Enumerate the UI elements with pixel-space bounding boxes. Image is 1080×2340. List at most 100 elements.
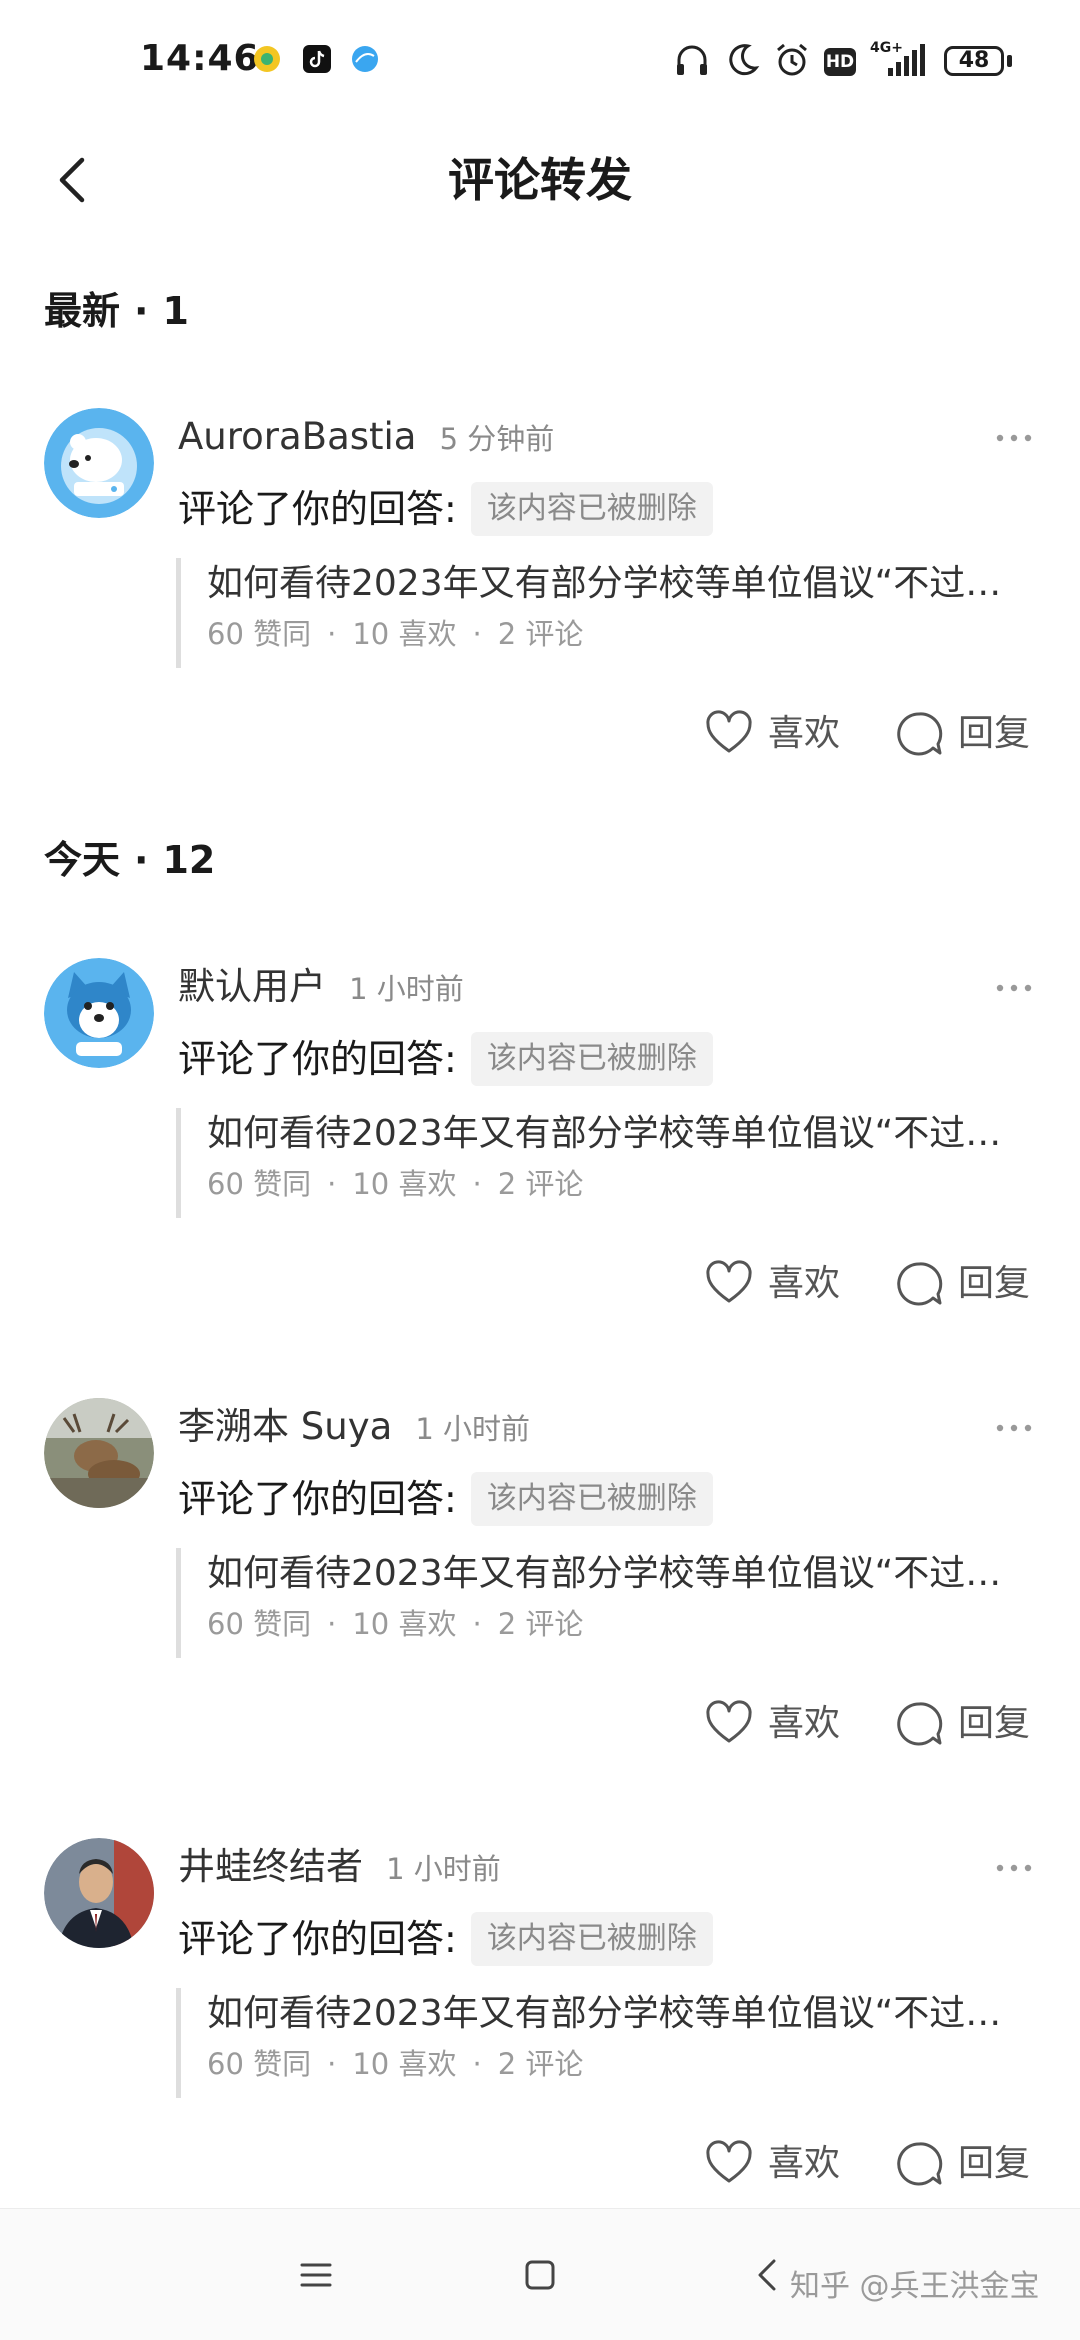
music-app-icon: [254, 46, 280, 72]
like-button[interactable]: 喜欢: [704, 2134, 840, 2194]
comment-item[interactable]: 李溯本 Suya 1 小时前 评论了你的回答: 该内容已被删除 如何看待2023年…: [0, 1398, 1080, 1758]
favorite-count: 10 喜欢: [352, 1167, 457, 1201]
home-square-icon[interactable]: [510, 2245, 570, 2305]
more-options-icon[interactable]: [994, 1858, 1034, 1878]
quoted-answer[interactable]: 如何看待2023年又有部分学校等单位倡议“不过洋节”？ 60 赞同 · 10 喜欢 ·…: [176, 1548, 1037, 1658]
user-name[interactable]: 默认用户: [178, 965, 326, 1008]
quoted-question-title: 如何看待2023年又有部分学校等单位倡议“不过洋节”？: [207, 1113, 1037, 1154]
reply-label: 回复: [958, 2143, 1031, 2184]
upvote-count: 60 赞同: [207, 2047, 312, 2081]
portrait-photo-avatar[interactable]: [44, 1838, 154, 1948]
comment-count: 2 评论: [497, 1607, 584, 1641]
comment-action: 评论了你的回答: 该内容已被删除: [178, 1472, 713, 1526]
reply-label: 回复: [958, 713, 1031, 754]
like-label: 喜欢: [768, 713, 841, 754]
system-navigation-bar: 知乎 @兵王洪金宝: [0, 2208, 1080, 2340]
favorite-count: 10 喜欢: [352, 2047, 457, 2081]
comment-actions: 喜欢 回复: [0, 1694, 1080, 1754]
reply-label: 回复: [958, 1263, 1031, 1304]
comment-count: 2 评论: [497, 617, 584, 651]
user-name[interactable]: 李溯本 Suya: [178, 1405, 392, 1448]
time-ago: 5 分钟前: [439, 422, 555, 456]
user-name[interactable]: 井蛙终结者: [178, 1845, 363, 1888]
watermark: 知乎 @兵王洪金宝: [790, 2269, 1040, 2304]
like-label: 喜欢: [768, 2143, 841, 2184]
comment-action: 评论了你的回答: 该内容已被删除: [178, 1912, 713, 1966]
comment-count: 2 评论: [497, 1167, 584, 1201]
husky-avatar[interactable]: [44, 958, 154, 1068]
status-time: 14:46: [140, 38, 260, 79]
comment-actions: 喜欢 回复: [0, 1254, 1080, 1314]
section-header-latest: 最新 · 1: [44, 289, 189, 333]
alarm-icon: [777, 43, 807, 76]
like-label: 喜欢: [768, 1703, 841, 1744]
comment-count: 2 评论: [497, 2047, 584, 2081]
reply-button[interactable]: 回复: [894, 1254, 1030, 1314]
reply-button[interactable]: 回复: [894, 704, 1030, 764]
section-count: 1: [162, 289, 189, 333]
upvote-count: 60 赞同: [207, 617, 312, 651]
quoted-stats: 60 赞同 · 10 喜欢 · 2 评论: [207, 1167, 584, 1201]
more-options-icon[interactable]: [994, 428, 1034, 448]
status-bar: 14:46 HD 4G+ 48: [0, 0, 1080, 120]
battery-tip: [1007, 55, 1012, 67]
more-options-icon[interactable]: [994, 978, 1034, 998]
hd-badge: HD: [824, 48, 856, 76]
browser-app-icon: [352, 46, 378, 72]
deleted-content-tag: 该内容已被删除: [470, 1472, 713, 1526]
deleted-content-tag: 该内容已被删除: [470, 482, 713, 536]
reply-label: 回复: [958, 1703, 1031, 1744]
page-title: 评论转发: [448, 153, 632, 207]
back-triangle-icon[interactable]: [738, 2245, 798, 2305]
heart-icon: [706, 1700, 752, 1743]
top-app-bar: 评论转发: [0, 120, 1080, 240]
reply-bubble-icon: [897, 1702, 943, 1746]
signal-icon: [888, 44, 925, 76]
user-name[interactable]: AuroraBastia: [178, 415, 416, 458]
quoted-question-title: 如何看待2023年又有部分学校等单位倡议“不过洋节”？: [207, 1993, 1037, 2034]
section-count: 12: [162, 838, 216, 882]
more-options-icon[interactable]: [994, 1418, 1034, 1438]
like-button[interactable]: 喜欢: [704, 704, 840, 764]
action-text: 评论了你的回答:: [178, 487, 457, 531]
comment-action: 评论了你的回答: 该内容已被删除: [178, 1032, 713, 1086]
quoted-answer[interactable]: 如何看待2023年又有部分学校等单位倡议“不过洋节”？ 60 赞同 · 10 喜欢 ·…: [176, 1108, 1037, 1218]
comment-item[interactable]: 默认用户 1 小时前 评论了你的回答: 该内容已被删除 如何看待2023年又有部分…: [0, 958, 1080, 1318]
quoted-answer[interactable]: 如何看待2023年又有部分学校等单位倡议“不过洋节”？ 60 赞同 · 10 喜欢 ·…: [176, 558, 1037, 668]
upvote-count: 60 赞同: [207, 1167, 312, 1201]
comment-action: 评论了你的回答: 该内容已被删除: [178, 482, 713, 536]
like-label: 喜欢: [768, 1263, 841, 1304]
like-button[interactable]: 喜欢: [704, 1694, 840, 1754]
deer-photo-avatar[interactable]: [44, 1398, 154, 1508]
quoted-question-title: 如何看待2023年又有部分学校等单位倡议“不过洋节”？: [207, 1553, 1037, 1594]
menu-icon[interactable]: [286, 2245, 346, 2305]
heart-icon: [706, 2140, 752, 2183]
upvote-count: 60 赞同: [207, 1607, 312, 1641]
favorite-count: 10 喜欢: [352, 1607, 457, 1641]
like-button[interactable]: 喜欢: [704, 1254, 840, 1314]
reply-bubble-icon: [897, 712, 943, 756]
comment-item[interactable]: AuroraBastia 5 分钟前 评论了你的回答: 该内容已被删除 如何看待2…: [0, 408, 1080, 768]
time-ago: 1 小时前: [415, 1412, 531, 1446]
heart-icon: [706, 1260, 752, 1303]
deleted-content-tag: 该内容已被删除: [470, 1032, 713, 1086]
action-text: 评论了你的回答:: [178, 1477, 457, 1521]
comment-header: 默认用户 1 小时前: [178, 962, 464, 1012]
comment-actions: 喜欢 回复: [0, 704, 1080, 764]
section-label: 最新: [44, 289, 121, 333]
quoted-answer[interactable]: 如何看待2023年又有部分学校等单位倡议“不过洋节”？ 60 赞同 · 10 喜欢 ·…: [176, 1988, 1037, 2098]
favorite-count: 10 喜欢: [352, 617, 457, 651]
reply-button[interactable]: 回复: [894, 2134, 1030, 2194]
deleted-content-tag: 该内容已被删除: [470, 1912, 713, 1966]
reply-bubble-icon: [897, 2142, 943, 2186]
polar-bear-avatar[interactable]: [44, 408, 154, 518]
quoted-stats: 60 赞同 · 10 喜欢 · 2 评论: [207, 617, 584, 651]
comment-header: AuroraBastia 5 分钟前: [178, 412, 554, 462]
reply-bubble-icon: [897, 1262, 943, 1306]
battery-indicator: 48: [944, 46, 1004, 76]
action-text: 评论了你的回答:: [178, 1917, 457, 1961]
heart-icon: [706, 710, 752, 753]
reply-button[interactable]: 回复: [894, 1694, 1030, 1754]
quoted-stats: 60 赞同 · 10 喜欢 · 2 评论: [207, 1607, 584, 1641]
comment-item[interactable]: 井蛙终结者 1 小时前 评论了你的回答: 该内容已被删除 如何看待2023年又有部…: [0, 1838, 1080, 2198]
